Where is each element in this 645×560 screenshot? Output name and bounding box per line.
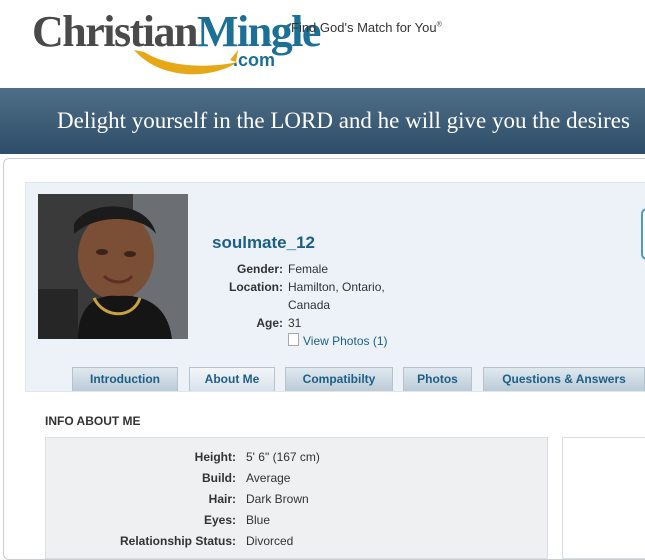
info-about-me-heading: INFO ABOUT ME	[45, 414, 141, 428]
profile-photo[interactable]	[38, 194, 188, 339]
age-value: 31	[288, 316, 302, 330]
tab-introduction[interactable]: Introduction	[72, 367, 178, 391]
side-action-tab[interactable]	[641, 208, 645, 260]
location-label: Location:	[229, 280, 283, 294]
photo-document-icon	[288, 333, 299, 346]
hair-value: Dark Brown	[246, 492, 309, 506]
tagline-registered-mark: ®	[436, 21, 442, 29]
view-photos-link[interactable]: View Photos (1)	[288, 333, 388, 348]
eyes-value: Blue	[246, 513, 271, 527]
hair-label: Hair:	[208, 492, 236, 506]
tab-compatibility[interactable]: Compatibilty	[285, 367, 393, 391]
christianmingle-logo[interactable]: ChristianMingle ® .com	[32, 6, 321, 82]
location-value-line1: Hamilton, Ontario,	[288, 280, 385, 294]
banner-text: Delight yourself in the LORD and he will…	[57, 108, 630, 133]
logo-registered-mark: ®	[264, 37, 271, 47]
age-label: Age:	[256, 316, 283, 330]
build-value: Average	[246, 471, 291, 485]
profile-username[interactable]: soulmate_12	[212, 233, 315, 253]
scripture-banner: Delight yourself in the LORD and he will…	[0, 88, 645, 154]
gender-label: Gender:	[236, 262, 283, 276]
gender-value: Female	[288, 262, 329, 276]
side-panel	[562, 437, 645, 559]
site-header: ChristianMingle ® .com Find God's Match …	[0, 0, 645, 88]
relationship-status-value: Divorced	[246, 534, 294, 548]
relationship-status-label: Relationship Status:	[119, 534, 236, 548]
profile-photo-image	[38, 194, 188, 339]
tab-about-me[interactable]: About Me	[189, 367, 275, 391]
eyes-label: Eyes:	[203, 513, 236, 527]
location-value-line2: Canada	[288, 298, 331, 312]
logo-domain: .com	[233, 50, 276, 70]
tagline: Find God's Match for You®	[291, 20, 442, 35]
height-label: Height:	[194, 450, 236, 464]
tab-photos[interactable]: Photos	[403, 367, 472, 391]
height-value: 5' 6" (167 cm)	[246, 450, 320, 464]
tab-questions-answers[interactable]: Questions & Answers	[483, 367, 645, 391]
build-label: Build:	[202, 471, 236, 485]
ichthys-fish-icon	[134, 50, 238, 75]
